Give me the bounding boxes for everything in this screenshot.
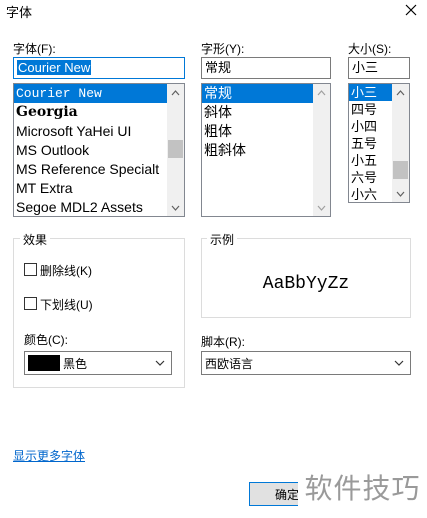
close-button[interactable] <box>400 0 422 20</box>
style-list-items: 常规 斜体 粗体 粗斜体 <box>202 84 313 160</box>
size-item-sihao[interactable]: 四号 <box>349 101 392 118</box>
size-list-scrollbar[interactable] <box>392 84 409 202</box>
size-item-xiaosi[interactable]: 小四 <box>349 118 392 135</box>
style-list-scrollbar[interactable] <box>313 84 330 216</box>
style-item-regular[interactable]: 常规 <box>202 84 313 103</box>
watermark: 软件技巧 <box>298 456 427 518</box>
font-list-scrollbar[interactable] <box>167 84 184 216</box>
size-label: 大小(S): <box>348 42 392 56</box>
close-icon <box>405 4 417 16</box>
scroll-up-icon[interactable] <box>392 84 409 101</box>
effects-label: 效果 <box>20 231 51 248</box>
size-item-xiaoliu[interactable]: 小六 <box>349 186 392 202</box>
font-label: 字体(F): <box>13 42 56 56</box>
style-item-italic[interactable]: 斜体 <box>202 103 313 122</box>
color-select[interactable]: 黑色 <box>24 351 172 375</box>
show-more-fonts-link[interactable]: 显示更多字体 <box>13 447 85 464</box>
size-item-xiaowu[interactable]: 小五 <box>349 152 392 169</box>
style-list[interactable]: 常规 斜体 粗体 粗斜体 <box>201 83 331 217</box>
scroll-down-icon[interactable] <box>392 185 409 202</box>
scroll-down-icon[interactable] <box>313 199 330 216</box>
chevron-down-icon <box>155 360 165 366</box>
font-item-microsoft-yahei-ui[interactable]: Microsoft YaHei UI <box>14 122 167 141</box>
font-item-segoe-mdl2-assets[interactable]: Segoe MDL2 Assets <box>14 198 167 216</box>
scroll-up-icon[interactable] <box>313 84 330 101</box>
sample-text: AaBbYyZz <box>262 274 350 294</box>
style-input-value: 常规 <box>205 60 232 75</box>
underline-checkbox[interactable] <box>24 297 37 310</box>
font-list-scroll-thumb[interactable] <box>168 140 183 158</box>
script-select-value: 西欧语言 <box>205 356 254 371</box>
sample-label: 示例 <box>207 231 238 248</box>
font-list-items: Courier New Georgia Microsoft YaHei UI M… <box>14 84 167 216</box>
size-item-xiaosan[interactable]: 小三 <box>349 84 392 101</box>
scroll-up-icon[interactable] <box>167 84 184 101</box>
size-list-items: 小三 四号 小四 五号 小五 六号 小六 <box>349 84 392 202</box>
chevron-down-icon <box>394 360 404 366</box>
color-swatch <box>28 355 60 371</box>
font-item-ms-outlook[interactable]: MS Outlook <box>14 141 167 160</box>
font-item-georgia[interactable]: Georgia <box>14 103 167 122</box>
style-input[interactable]: 常规 <box>201 57 331 79</box>
style-item-bold-italic[interactable]: 粗斜体 <box>202 141 313 160</box>
font-input-value: Courier New <box>17 60 92 75</box>
underline-label[interactable]: 下划线(U) <box>40 296 93 313</box>
strikeout-label[interactable]: 删除线(K) <box>40 262 92 279</box>
dialog-title: 字体 <box>6 5 33 20</box>
font-item-mt-extra[interactable]: MT Extra <box>14 179 167 198</box>
font-list[interactable]: Courier New Georgia Microsoft YaHei UI M… <box>13 83 185 217</box>
font-item-courier-new[interactable]: Courier New <box>14 84 167 103</box>
style-item-bold[interactable]: 粗体 <box>202 122 313 141</box>
size-item-liuhao[interactable]: 六号 <box>349 169 392 186</box>
script-label: 脚本(R): <box>201 335 245 349</box>
script-select[interactable]: 西欧语言 <box>201 351 411 375</box>
size-list[interactable]: 小三 四号 小四 五号 小五 六号 小六 <box>348 83 410 203</box>
size-input-value: 小三 <box>352 60 379 75</box>
font-input[interactable]: Courier New <box>13 57 185 79</box>
size-item-wuhao[interactable]: 五号 <box>349 135 392 152</box>
strikeout-checkbox[interactable] <box>24 263 37 276</box>
scroll-down-icon[interactable] <box>167 199 184 216</box>
size-list-scroll-thumb[interactable] <box>393 161 408 179</box>
font-item-ms-reference-specialty[interactable]: MS Reference Specialt <box>14 160 167 179</box>
size-input[interactable]: 小三 <box>348 57 410 79</box>
color-select-value: 黑色 <box>63 356 88 371</box>
color-label: 颜色(C): <box>24 333 68 347</box>
style-label: 字形(Y): <box>201 42 245 56</box>
